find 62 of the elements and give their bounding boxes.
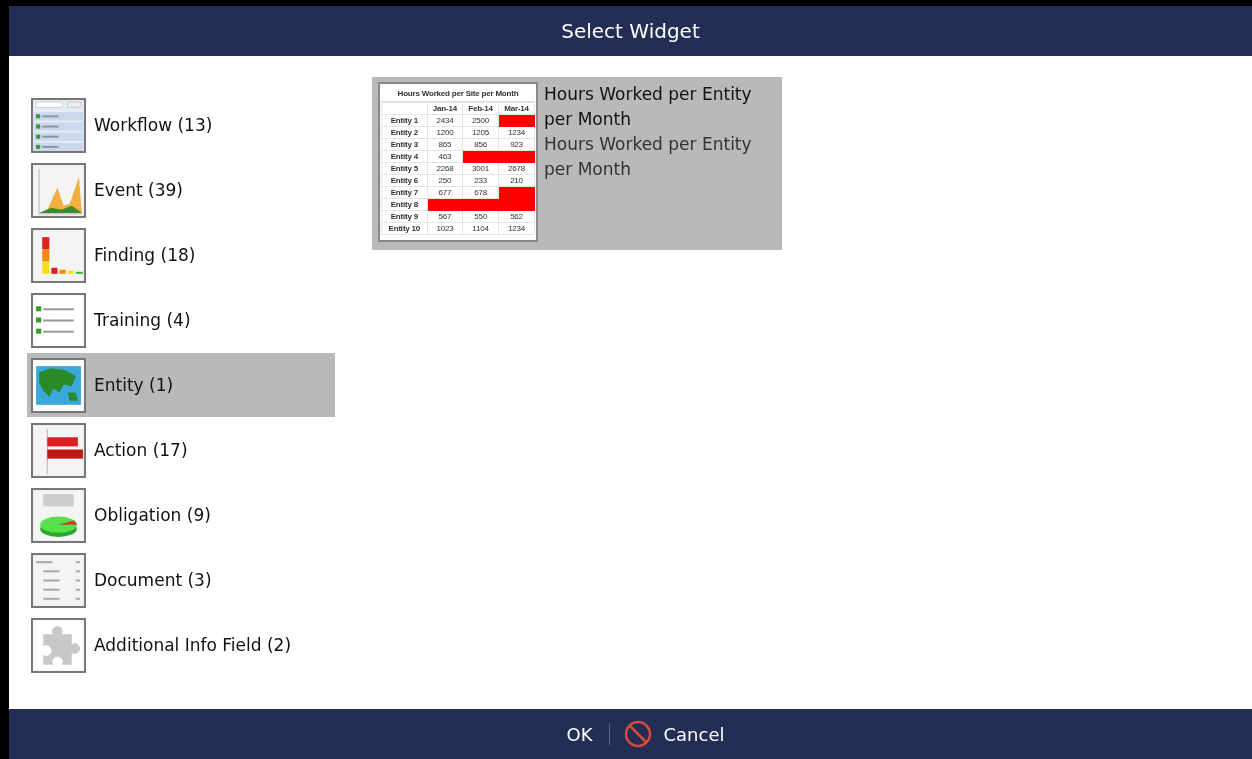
table-cell: 2500 [462, 114, 499, 127]
table-cell: 1104 [462, 222, 499, 235]
column-header: Mar-14 [498, 102, 535, 115]
row-header: Entity 10 [381, 222, 428, 235]
column-header: Feb-14 [462, 102, 499, 115]
row-header: Entity 1 [381, 114, 428, 127]
table-cell: 3001 [462, 162, 499, 175]
category-item[interactable]: Training (4) [27, 288, 335, 352]
category-item[interactable]: Document (3) [27, 548, 335, 612]
cancel-icon [623, 720, 652, 748]
category-item[interactable]: Event (39) [27, 158, 335, 222]
ok-button[interactable]: OK [564, 719, 595, 749]
category-item[interactable]: Action (17) [27, 418, 335, 482]
table-cell: 550 [462, 210, 499, 223]
table-icon [31, 552, 86, 608]
preview-title: Hours Worked per Site per Month [381, 87, 535, 102]
area-chart-icon [31, 162, 86, 218]
table-cell: 210 [498, 174, 535, 187]
pie-chart-icon [31, 487, 86, 543]
row-header: Entity 5 [381, 162, 428, 175]
row-header: Entity 2 [381, 126, 428, 139]
category-item[interactable]: Finding (18) [27, 223, 335, 287]
table-cell: 2268 [427, 162, 463, 175]
table-cell: 463 [427, 150, 463, 163]
bar-chart-icon [31, 227, 86, 283]
cancel-button[interactable]: Cancel [661, 719, 727, 749]
bar-chart-icon [31, 422, 86, 478]
row-header: Entity 3 [381, 138, 428, 151]
category-item[interactable]: Entity (1) [27, 353, 335, 417]
table-cell: 677 [427, 186, 463, 199]
widget-description: Hours Worked per Entity per Month [544, 133, 753, 181]
table-cell: 678 [462, 186, 499, 199]
table-cell: 567 [427, 210, 463, 223]
table-cell: 1023 [427, 222, 463, 235]
puzzle-icon [31, 617, 86, 673]
table-cell: 1205 [462, 126, 499, 139]
table-cell: 562 [498, 210, 535, 223]
table-cell: 1234 [498, 222, 535, 235]
table-cell: 2434 [427, 114, 463, 127]
table-cell: 865 [427, 138, 463, 151]
widget-card[interactable] [372, 77, 782, 250]
row-header: Entity 6 [381, 174, 428, 187]
table-cell: 2678 [498, 162, 535, 175]
table-cell: 1234 [498, 126, 535, 139]
table-cell: 1200 [427, 126, 463, 139]
table-cell: 233 [462, 174, 499, 187]
category-item[interactable]: Workflow (13) [27, 93, 335, 157]
row-header: Entity 8 [381, 198, 428, 211]
category-item[interactable]: Additional Info Field (2) [27, 613, 335, 677]
table-cell: 856 [462, 138, 499, 151]
window-title: Select Widget [561, 19, 700, 43]
widget-title: Hours Worked per Entity per Month [544, 83, 753, 131]
row-header: Entity 4 [381, 150, 428, 163]
row-header: Entity 7 [381, 186, 428, 199]
column-header: Jan-14 [427, 102, 463, 115]
row-header: Entity 9 [381, 210, 428, 223]
checklist-icon [31, 292, 86, 348]
map-icon [31, 357, 86, 413]
category-item[interactable]: Obligation (9) [27, 483, 335, 547]
table-cell: 923 [498, 138, 535, 151]
list-icon [31, 97, 86, 153]
table-cell: 250 [427, 174, 463, 187]
